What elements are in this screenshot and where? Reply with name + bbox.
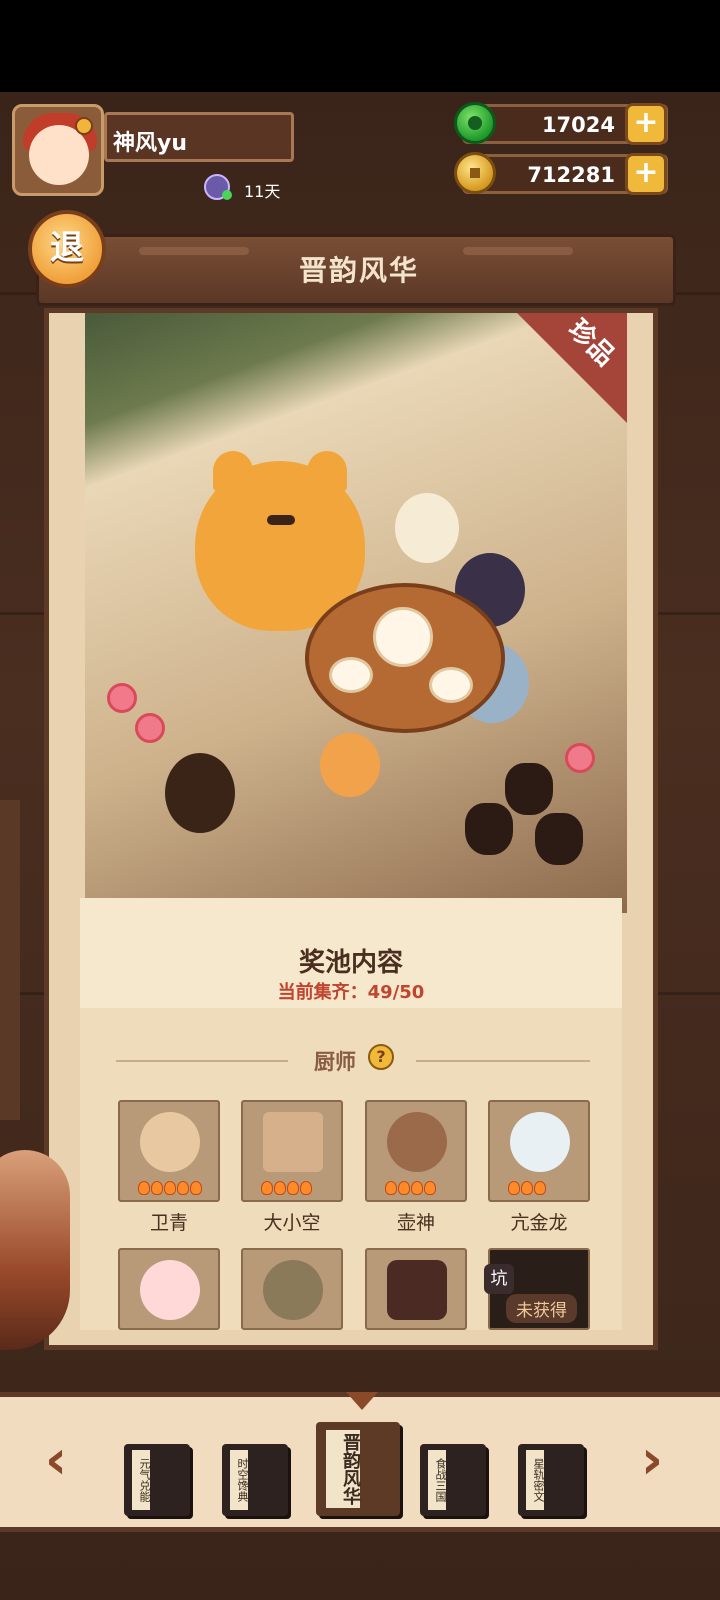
star-flames	[385, 1180, 437, 1196]
chevron-right-icon[interactable]: ›	[632, 1433, 672, 1487]
player-name-box: 神风yu	[104, 112, 294, 162]
player-name: 神风yu	[113, 131, 188, 156]
status-bar	[0, 0, 720, 92]
login-days: 11天	[244, 182, 281, 201]
add-jade-button[interactable]: +	[625, 103, 667, 145]
white-hair-character	[395, 493, 459, 563]
theme-label: 晋韵风华	[326, 1430, 361, 1508]
theme-tab[interactable]: 食战三国	[420, 1444, 486, 1516]
chef-portrait	[387, 1260, 447, 1320]
flower-decor	[565, 743, 595, 773]
flower-decor	[107, 683, 137, 713]
exit-button[interactable]: 退	[28, 210, 106, 288]
chef-name: 卫青	[149, 1212, 188, 1234]
star-flames	[261, 1180, 313, 1196]
star-flames	[138, 1180, 203, 1196]
star-flames	[508, 1180, 547, 1196]
chef-portrait	[510, 1112, 570, 1172]
section-divider	[416, 1060, 590, 1062]
pit-badge: 坑	[484, 1264, 514, 1294]
chef-portrait	[263, 1260, 323, 1320]
chef-card[interactable]	[118, 1248, 220, 1330]
chef-card[interactable]	[365, 1100, 467, 1202]
online-dot-icon	[222, 190, 232, 200]
decor-pole	[0, 800, 20, 1120]
theme-label: 元气兑能	[132, 1450, 151, 1510]
chef-name: 亢金龙	[510, 1212, 568, 1234]
jade-icon	[454, 102, 496, 144]
chef-portrait	[263, 1112, 323, 1172]
avatar-crown-icon	[75, 117, 93, 135]
coin-icon	[454, 152, 496, 194]
section-title: 厨师	[314, 1050, 356, 1074]
add-coin-button[interactable]: +	[625, 153, 667, 195]
chef-name: 大小空	[263, 1212, 321, 1234]
locked-label: 未获得	[506, 1294, 577, 1323]
chef-portrait	[140, 1260, 200, 1320]
wine-jar	[465, 803, 513, 855]
chef-name: 壶神	[396, 1212, 435, 1234]
player-avatar[interactable]	[12, 104, 104, 196]
chef-card[interactable]	[118, 1100, 220, 1202]
chef-card[interactable]	[241, 1248, 343, 1330]
title-bar: 晋韵风华	[36, 234, 676, 306]
banner-illustration: 珍品	[85, 313, 627, 913]
section-divider	[116, 1060, 288, 1062]
theme-label: 星轨密文	[526, 1450, 545, 1510]
theme-tab[interactable]: 时空馋典	[222, 1444, 288, 1516]
theme-tab[interactable]: 元气兑能	[124, 1444, 190, 1516]
wine-jar	[535, 813, 583, 865]
theme-label: 时空馋典	[230, 1450, 249, 1510]
page-title: 晋韵风华	[298, 254, 419, 287]
pool-title: 奖池内容	[298, 948, 403, 978]
brush-decor	[0, 1150, 70, 1350]
pool-progress: 当前集齐：49/50	[277, 982, 425, 1003]
wine-jar	[505, 763, 553, 815]
theme-tab[interactable]: 星轨密文	[518, 1444, 584, 1516]
feast-table	[305, 583, 505, 733]
chef-card[interactable]	[365, 1248, 467, 1330]
coin-value: 712281	[527, 163, 615, 187]
theme-tab-active[interactable]: 晋韵风华	[316, 1422, 400, 1516]
flower-decor	[135, 713, 165, 743]
chef-card[interactable]	[488, 1100, 590, 1202]
chef-portrait	[140, 1112, 200, 1172]
question-icon[interactable]: ?	[368, 1044, 394, 1070]
theme-label: 食战三国	[428, 1450, 447, 1510]
waiter-character	[165, 753, 235, 833]
jade-value: 17024	[541, 113, 615, 137]
chef-card[interactable]	[241, 1100, 343, 1202]
chevron-left-icon[interactable]: ‹	[36, 1433, 76, 1487]
chef-portrait	[387, 1112, 447, 1172]
orange-hair-character	[320, 733, 380, 797]
active-marker-icon	[346, 1392, 378, 1410]
